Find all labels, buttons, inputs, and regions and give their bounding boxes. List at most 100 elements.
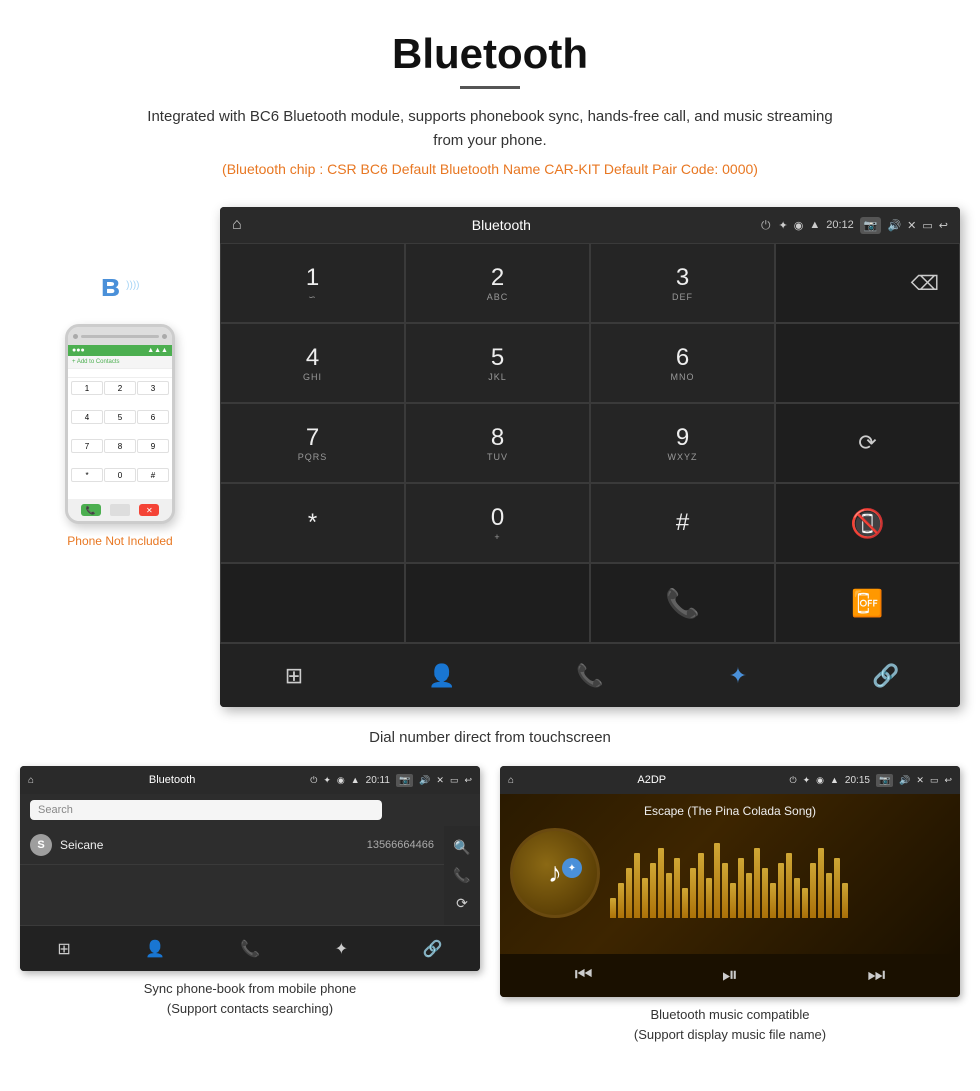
pb-nav-link[interactable]: 🔗 <box>423 939 443 959</box>
close-icon[interactable]: ✕ <box>907 219 916 232</box>
dialer-key-1[interactable]: 1∽ <box>220 243 405 323</box>
phone-key-0[interactable]: 0 <box>104 468 136 482</box>
dialer-key-4[interactable]: 4GHI <box>220 323 405 403</box>
pb-vol-icon[interactable]: 🔊 <box>419 775 430 786</box>
phone-key-5[interactable]: 5 <box>104 410 136 424</box>
dialer-hangup-cell[interactable]: 📴 <box>775 563 960 643</box>
dialer-backspace-cell[interactable]: ⌫ <box>775 243 960 323</box>
phone-key-3[interactable]: 3 <box>137 381 169 395</box>
nav-phone-icon[interactable]: 📞 <box>516 663 664 689</box>
call-icon[interactable]: 📞 <box>665 587 700 620</box>
visualizer-bar <box>738 858 744 918</box>
pb-x-icon[interactable]: ✕ <box>436 775 444 786</box>
play-pause-button[interactable]: ⏯ <box>722 964 738 987</box>
dialer-key-star[interactable]: * <box>220 483 405 563</box>
music-vol-icon[interactable]: 🔊 <box>899 775 910 786</box>
dialer-key-5[interactable]: 5JKL <box>405 323 590 403</box>
music-caption: Bluetooth music compatible(Support displ… <box>634 1005 826 1044</box>
visualizer-bar <box>762 868 768 918</box>
phone-key-8[interactable]: 8 <box>104 439 136 453</box>
music-wifi-icon: ▲ <box>830 775 839 785</box>
nav-bluetooth-icon[interactable]: ✦ <box>664 663 812 689</box>
camera-icon[interactable]: 📷 <box>860 217 882 234</box>
pb-contact-row[interactable]: S Seicane 13566664466 <box>20 826 444 865</box>
dialer-key-8[interactable]: 8TUV <box>405 403 590 483</box>
music-card: ⌂ A2DP ⏻ ✦ ◉ ▲ 20:15 📷 🔊 ✕ ▭ ↩ Escape (T… <box>500 766 960 1044</box>
phone-home-button[interactable] <box>110 504 130 516</box>
music-controls: ⏮ ⏯ ⏭ <box>500 954 960 997</box>
nav-grid-icon[interactable]: ⊞ <box>220 663 368 689</box>
phone-call-button[interactable]: 📞 <box>81 504 101 516</box>
dialer-reload-cell[interactable]: ⟳ <box>775 403 960 483</box>
pb-time: 20:11 <box>366 775 390 786</box>
pb-sync-icon[interactable]: ⟳ <box>456 895 468 912</box>
hangup-icon[interactable]: 📴 <box>851 588 883 619</box>
pb-call-icon[interactable]: 📞 <box>453 867 470 884</box>
pb-cam-icon[interactable]: 📷 <box>396 774 413 787</box>
phone-key-6[interactable]: 6 <box>137 410 169 424</box>
bluetooth-logo: ʙ <box>101 267 121 304</box>
phone-key-star[interactable]: * <box>71 468 103 482</box>
music-song-title: Escape (The Pina Colada Song) <box>644 804 816 818</box>
dialer-key-6[interactable]: 6MNO <box>590 323 775 403</box>
dialer-key-hash[interactable]: # <box>590 483 775 563</box>
car-home-icon[interactable]: ⌂ <box>232 216 242 234</box>
dialer-call-cell[interactable]: 📞 <box>590 563 775 643</box>
prev-button[interactable]: ⏮ <box>575 964 593 987</box>
pb-search-input[interactable]: Search <box>30 800 382 820</box>
music-home-icon[interactable]: ⌂ <box>508 775 514 786</box>
page-description: Integrated with BC6 Bluetooth module, su… <box>140 105 840 153</box>
dialer-end-call-cell[interactable]: 📵 <box>775 483 960 563</box>
backspace-icon[interactable]: ⌫ <box>911 271 939 296</box>
phone-key-9[interactable]: 9 <box>137 439 169 453</box>
music-back-icon[interactable]: ↩ <box>944 775 952 786</box>
dialer-grid: 1∽ 2ABC 3DEF ⌫ 4GHI 5JKL <box>220 243 960 643</box>
pb-nav-bt[interactable]: ✦ <box>335 939 348 959</box>
phone-key-1[interactable]: 1 <box>71 381 103 395</box>
dialer-key-0[interactable]: 0+ <box>405 483 590 563</box>
phonebook-caption-text: Sync phone-book from mobile phone(Suppor… <box>144 981 356 1016</box>
pb-nav-phone[interactable]: 📞 <box>240 939 260 959</box>
music-x-icon[interactable]: ✕ <box>916 775 924 786</box>
page-specs: (Bluetooth chip : CSR BC6 Default Blueto… <box>20 161 960 177</box>
music-rect-icon[interactable]: ▭ <box>930 775 939 786</box>
car-statusbar: ⌂ Bluetooth ⏻ ✦ ◉ ▲ 20:12 📷 🔊 ✕ ▭ ↩ <box>220 207 960 243</box>
phone-end-button[interactable]: ✕ <box>139 504 159 516</box>
phone-key-4[interactable]: 4 <box>71 410 103 424</box>
dialer-key-7[interactable]: 7PQRS <box>220 403 405 483</box>
top-section: ʙ )))) ●●● ▲▲▲ + Add to Contacts <box>20 207 960 707</box>
music-note-icon: ♪ <box>548 857 562 889</box>
phone-dot-1 <box>73 334 78 339</box>
music-content-row: ♪ ✦ <box>510 828 950 918</box>
usb-icon: ⏻ <box>761 218 771 233</box>
dialer-key-9[interactable]: 9WXYZ <box>590 403 775 483</box>
volume-icon[interactable]: 🔊 <box>887 219 901 232</box>
visualizer-bar <box>650 863 656 918</box>
phone-not-included-label: Phone Not Included <box>67 534 172 548</box>
next-button[interactable]: ⏭ <box>867 964 885 987</box>
back-icon[interactable]: ↩ <box>939 219 948 232</box>
dialer-key-3[interactable]: 3DEF <box>590 243 775 323</box>
window-icon[interactable]: ▭ <box>922 219 932 232</box>
phone-key-hash[interactable]: # <box>137 468 169 482</box>
music-statusbar: ⌂ A2DP ⏻ ✦ ◉ ▲ 20:15 📷 🔊 ✕ ▭ ↩ <box>500 766 960 794</box>
phone-key-7[interactable]: 7 <box>71 439 103 453</box>
nav-link-icon[interactable]: 🔗 <box>812 663 960 689</box>
pb-nav-grid[interactable]: ⊞ <box>57 939 70 959</box>
nav-user-icon[interactable]: 👤 <box>368 663 516 689</box>
music-cam-icon[interactable]: 📷 <box>876 774 893 787</box>
phone-key-2[interactable]: 2 <box>104 381 136 395</box>
pb-home-icon[interactable]: ⌂ <box>28 775 34 786</box>
car-statusbar-right: ✦ ◉ ▲ 20:12 📷 🔊 ✕ ▭ ↩ <box>779 217 949 234</box>
contact-name: Seicane <box>60 838 359 852</box>
location-status-icon: ◉ <box>794 219 804 232</box>
pb-back-icon[interactable]: ↩ <box>464 775 472 786</box>
pb-rect-icon[interactable]: ▭ <box>450 775 459 786</box>
pb-search-icon[interactable]: 🔍 <box>453 839 470 856</box>
end-call-icon[interactable]: 📵 <box>850 507 885 540</box>
phone-dot-2 <box>162 334 167 339</box>
reload-icon[interactable]: ⟳ <box>858 430 876 456</box>
dialer-key-2[interactable]: 2ABC <box>405 243 590 323</box>
contact-number: 13566664466 <box>367 839 434 851</box>
pb-nav-user[interactable]: 👤 <box>145 939 165 959</box>
